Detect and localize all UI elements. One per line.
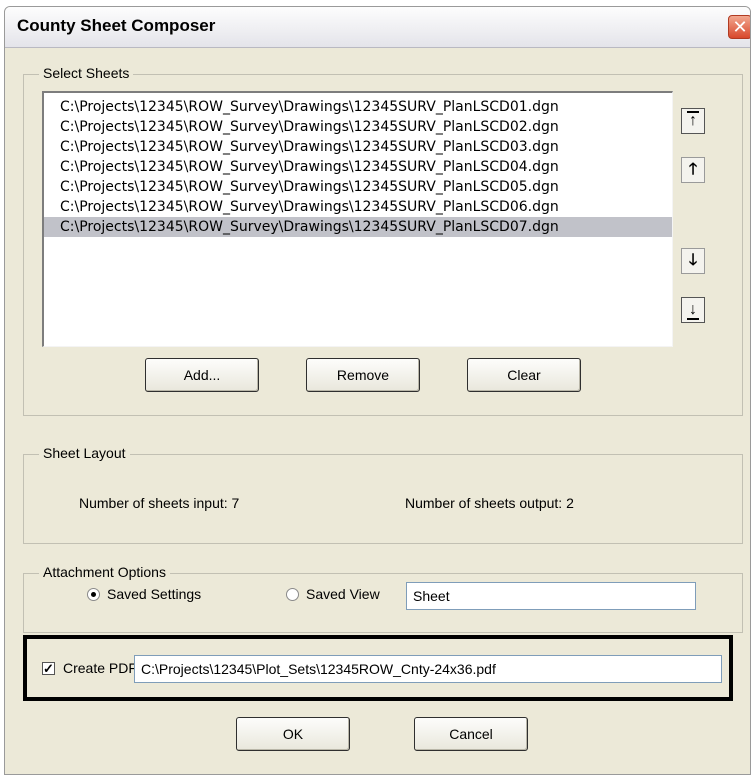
window-title: County Sheet Composer <box>17 16 216 35</box>
move-down-button[interactable]: 🡓 <box>681 248 705 274</box>
move-to-top-icon: ↑ <box>687 111 699 129</box>
saved-view-label[interactable]: Saved View <box>306 586 380 602</box>
create-pdf-checkbox[interactable]: ✓ <box>42 662 55 675</box>
saved-settings-radio[interactable] <box>87 588 100 601</box>
checkmark-icon: ✓ <box>43 661 54 676</box>
sheet-listbox[interactable]: C:\Projects\12345\ROW_Survey\Drawings\12… <box>42 91 673 347</box>
title-bar: County Sheet Composer ✕ <box>5 7 750 48</box>
list-item[interactable]: C:\Projects\12345\ROW_Survey\Drawings\12… <box>44 137 672 157</box>
clear-button[interactable]: Clear <box>467 358 581 392</box>
dialog-window: County Sheet Composer ✕ Select Sheets C:… <box>4 6 751 775</box>
saved-view-radio[interactable] <box>286 588 299 601</box>
cancel-button[interactable]: Cancel <box>414 717 528 751</box>
remove-button[interactable]: Remove <box>306 358 420 392</box>
list-item[interactable]: C:\Projects\12345\ROW_Survey\Drawings\12… <box>44 97 672 117</box>
list-item[interactable]: C:\Projects\12345\ROW_Survey\Drawings\12… <box>44 177 672 197</box>
sheet-layout-legend: Sheet Layout <box>39 445 130 461</box>
attachment-options-legend: Attachment Options <box>39 564 170 580</box>
saved-view-input[interactable]: Sheet <box>406 582 696 610</box>
move-up-icon: 🡑 <box>688 161 698 178</box>
move-to-bottom-button[interactable]: ↓ <box>681 297 705 323</box>
move-up-button[interactable]: 🡑 <box>681 157 705 183</box>
move-to-bottom-icon: ↓ <box>687 301 699 320</box>
list-item[interactable]: C:\Projects\12345\ROW_Survey\Drawings\12… <box>44 197 672 217</box>
list-item[interactable]: C:\Projects\12345\ROW_Survey\Drawings\12… <box>44 117 672 137</box>
select-sheets-legend: Select Sheets <box>39 65 134 81</box>
close-button[interactable]: ✕ <box>728 15 750 39</box>
list-item[interactable]: C:\Projects\12345\ROW_Survey\Drawings\12… <box>44 157 672 177</box>
sheets-output-count: Number of sheets output: 2 <box>405 495 574 511</box>
saved-settings-label[interactable]: Saved Settings <box>107 586 201 602</box>
list-item[interactable]: C:\Projects\12345\ROW_Survey\Drawings\12… <box>44 217 672 237</box>
move-down-icon: 🡓 <box>688 252 698 269</box>
move-to-top-button[interactable]: ↑ <box>681 108 705 134</box>
close-icon: ✕ <box>732 17 748 37</box>
ok-button[interactable]: OK <box>236 717 350 751</box>
pdf-path-input[interactable]: C:\Projects\12345\Plot_Sets\12345ROW_Cnt… <box>134 655 722 683</box>
add-button[interactable]: Add... <box>145 358 259 392</box>
create-pdf-label[interactable]: Create PDF <box>63 660 137 676</box>
sheets-input-count: Number of sheets input: 7 <box>79 495 240 511</box>
